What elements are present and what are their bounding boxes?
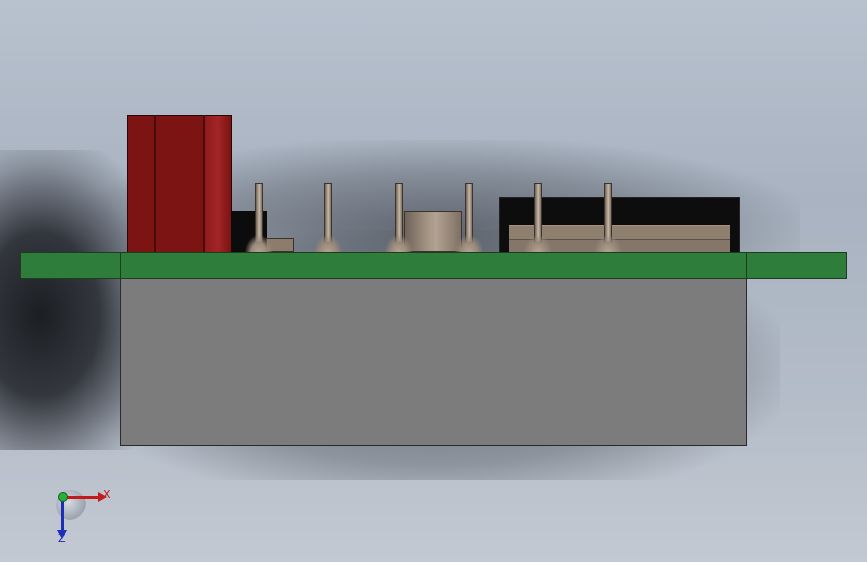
y-axis-origin-dot	[58, 492, 68, 502]
pin[interactable]	[314, 183, 342, 253]
pcb-board[interactable]	[120, 252, 747, 279]
red-connector-edge	[203, 115, 205, 253]
pin[interactable]	[524, 183, 552, 253]
pcb-board-right-tab[interactable]	[746, 252, 847, 279]
red-connector-edge	[154, 115, 156, 253]
pin[interactable]	[245, 183, 273, 253]
pin[interactable]	[455, 183, 483, 253]
z-axis-arrow	[61, 498, 64, 532]
z-axis-label: Z	[58, 532, 66, 545]
base-block[interactable]	[120, 278, 747, 446]
red-connector-face	[205, 116, 231, 252]
pin[interactable]	[594, 183, 622, 253]
x-axis-label: X	[103, 488, 111, 501]
orientation-triad[interactable]: X Z	[50, 484, 120, 545]
pin[interactable]	[385, 183, 413, 253]
pcb-board-left-tab[interactable]	[20, 252, 121, 279]
x-axis-arrow	[64, 496, 100, 499]
model-viewport[interactable]: X Z	[0, 0, 867, 562]
